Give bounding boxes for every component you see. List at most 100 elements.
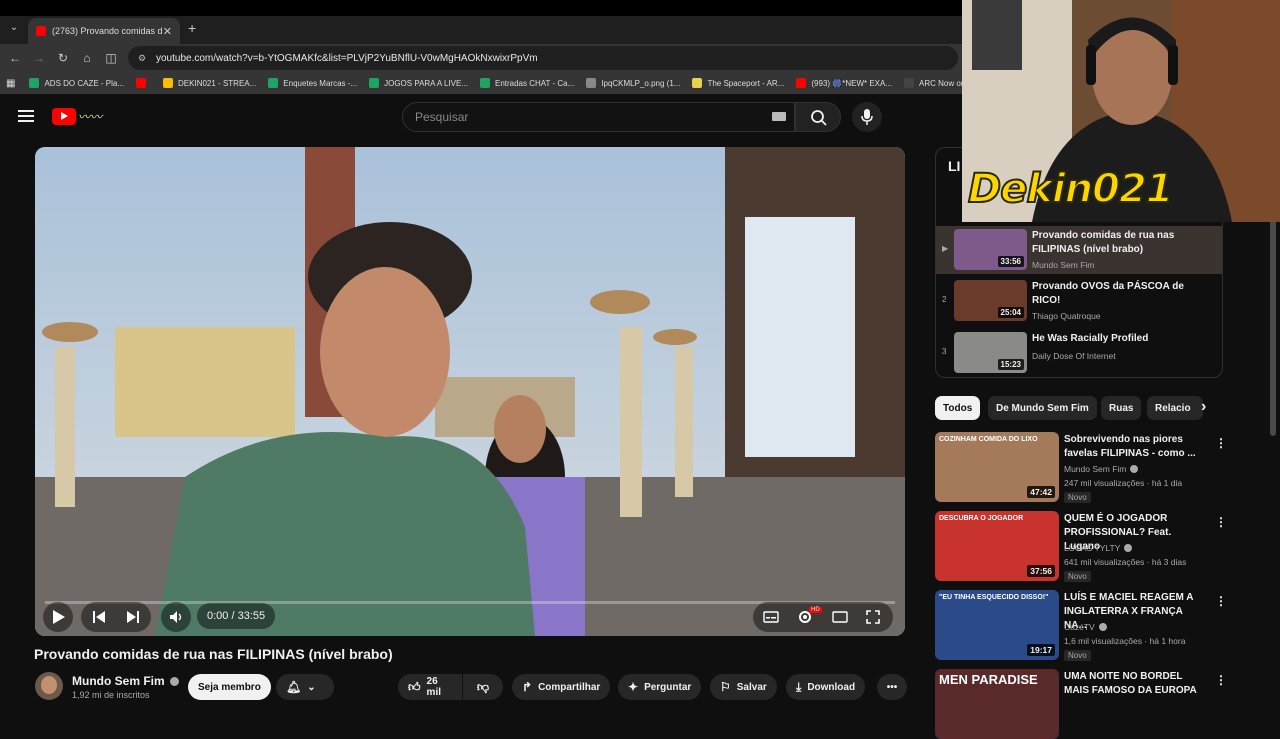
bookmark-favicon-icon bbox=[904, 78, 915, 88]
recommendation-title[interactable]: UMA NOITE NO BORDEL MAIS FAMOSO DA EUROP… bbox=[1064, 670, 1204, 698]
side-panel-icon[interactable]: ◫ bbox=[102, 49, 120, 67]
chevron-right-icon[interactable]: › bbox=[1201, 398, 1206, 416]
notifications-button[interactable]: 🔔︎ ⌄ bbox=[276, 674, 334, 700]
theater-mode-icon[interactable] bbox=[832, 611, 848, 623]
more-actions-button[interactable]: ••• bbox=[877, 674, 907, 700]
download-button[interactable]: ⤓ Download bbox=[786, 674, 866, 700]
new-tab-icon[interactable]: + bbox=[188, 20, 196, 36]
filter-chips: Todos De Mundo Sem Fim Ruas Relacio › bbox=[935, 396, 1225, 420]
playlist-item-channel[interactable]: Daily Dose Of Internet bbox=[1032, 351, 1116, 361]
recommendation-channel[interactable]: LUCAS TYLTY bbox=[1064, 543, 1133, 553]
back-icon[interactable]: ← bbox=[6, 49, 24, 67]
play-button[interactable] bbox=[43, 602, 73, 632]
recommendation-item[interactable]: "EU TINHA ESQUECIDO DISSO!" 19:17 LUÍS E M… bbox=[935, 590, 1227, 661]
recommendation-channel[interactable]: CazéTV bbox=[1064, 622, 1107, 632]
volume-icon bbox=[170, 611, 182, 623]
share-button[interactable]: ↱ Compartilhar bbox=[512, 674, 611, 700]
bookmark-item[interactable]: ADS DO CAZE - Pla... bbox=[29, 78, 124, 88]
scrollbar[interactable] bbox=[1270, 200, 1276, 436]
playlist-thumbnail[interactable]: 15:23 bbox=[954, 332, 1027, 373]
bookmark-item[interactable]: Entradas CHAT - Ca... bbox=[479, 78, 574, 88]
voice-search-button[interactable] bbox=[852, 102, 882, 132]
time-text: 0:00 / 33:55 bbox=[207, 610, 266, 622]
volume-button[interactable] bbox=[161, 602, 191, 632]
menu-icon[interactable] bbox=[18, 110, 34, 122]
home-icon[interactable]: ⌂ bbox=[78, 49, 96, 67]
youtube-doodle-logo[interactable]: 〰〰 bbox=[78, 108, 126, 126]
bookmark-label: ADS DO CAZE - Pla... bbox=[44, 78, 125, 88]
recommendation-title[interactable]: Sobrevivendo nas piores favelas FILIPINA… bbox=[1064, 433, 1204, 461]
reload-icon[interactable]: ↻ bbox=[54, 49, 72, 67]
playlist-item[interactable]: ▶ 33:56 Provando comidas de rua nas FILIPI… bbox=[936, 226, 1222, 274]
tab-search-icon[interactable]: ⌄ bbox=[6, 22, 22, 38]
like-button[interactable]: 👍︎ 26 mil bbox=[398, 674, 462, 700]
recommendation-thumbnail[interactable]: COZINHAM COMIDA DO LIXO 47:42 bbox=[935, 432, 1059, 502]
playlist-item[interactable]: 2 25:04 Provando OVOS da PÁSCOA de RICO! Th… bbox=[936, 277, 1222, 325]
keyboard-icon[interactable] bbox=[772, 112, 786, 121]
bell-icon: 🔔︎ bbox=[286, 680, 302, 694]
chip-de-mundo-sem-fim[interactable]: De Mundo Sem Fim bbox=[988, 396, 1097, 420]
recommendation-channel-name: CazéTV bbox=[1064, 622, 1095, 632]
more-options-icon[interactable]: ⋮ bbox=[1215, 436, 1227, 450]
recommendation-meta: 641 mil visualizações · há 3 dias bbox=[1064, 557, 1187, 567]
recommendation-item[interactable]: MEN PARADISE UMA NOITE NO BORDEL MAIS FAM… bbox=[935, 669, 1227, 739]
playlist-item-channel[interactable]: Mundo Sem Fim bbox=[1032, 260, 1094, 270]
recommendation-thumbnail[interactable]: MEN PARADISE bbox=[935, 669, 1059, 739]
bookmark-favicon-icon bbox=[479, 78, 490, 88]
bookmark-item[interactable]: Enquetes Marcas -... bbox=[268, 78, 357, 88]
playlist-thumbnail[interactable]: 33:56 bbox=[954, 229, 1027, 270]
fullscreen-icon[interactable] bbox=[866, 610, 880, 624]
subtitles-icon[interactable] bbox=[763, 611, 779, 623]
playlist-item-channel[interactable]: Thiago Quatroque bbox=[1032, 311, 1101, 321]
channel-avatar[interactable] bbox=[35, 672, 63, 700]
more-options-icon[interactable]: ⋮ bbox=[1215, 594, 1227, 608]
playlist-thumbnail[interactable]: 25:04 bbox=[954, 280, 1027, 321]
save-button[interactable]: ⚐ Salvar bbox=[710, 674, 777, 700]
bookmark-item[interactable]: DEKIN021 - STREA... bbox=[163, 78, 256, 88]
more-options-icon[interactable]: ⋮ bbox=[1215, 673, 1227, 687]
close-tab-icon[interactable]: ✕ bbox=[163, 25, 172, 38]
bookmark-item[interactable]: (993) 🎆*NEW* EXA... bbox=[796, 78, 892, 88]
recommendation-channel[interactable]: Mundo Sem Fim bbox=[1064, 464, 1139, 474]
playlist-item-title[interactable]: He Was Racially Profiled bbox=[1032, 332, 1212, 346]
next-icon[interactable] bbox=[126, 610, 140, 624]
recommendation-item[interactable]: COZINHAM COMIDA DO LIXO 47:42 Sobrevivendo… bbox=[935, 432, 1227, 503]
chip-todos[interactable]: Todos bbox=[935, 396, 981, 420]
chip-ruas[interactable]: Ruas bbox=[1101, 396, 1142, 420]
browser-tab-youtube[interactable]: (2763) Provando comidas de ru ✕ bbox=[28, 18, 180, 44]
forward-icon[interactable]: → bbox=[30, 49, 48, 67]
bookmark-item[interactable] bbox=[136, 78, 151, 88]
previous-icon[interactable] bbox=[92, 610, 106, 624]
recommendation-thumbnail[interactable]: DESCUBRA O JOGADOR 37:56 bbox=[935, 511, 1059, 581]
more-options-icon[interactable]: ⋮ bbox=[1215, 515, 1227, 529]
search-button[interactable] bbox=[795, 102, 841, 132]
address-bar[interactable]: ⚙ youtube.com/watch?v=b-YtOGMAKfc&list=P… bbox=[128, 46, 958, 70]
play-icon bbox=[53, 610, 65, 624]
join-button[interactable]: Seja membro bbox=[188, 674, 271, 700]
site-info-icon[interactable]: ⚙ bbox=[138, 53, 148, 63]
chip-relacionados[interactable]: Relacio bbox=[1147, 396, 1203, 420]
recommendation-thumbnail[interactable]: "EU TINHA ESQUECIDO DISSO!" 19:17 bbox=[935, 590, 1059, 660]
youtube-logo[interactable] bbox=[52, 108, 76, 125]
share-label: Compartilhar bbox=[538, 681, 601, 693]
bookmark-label: (993) 🎆*NEW* EXA... bbox=[811, 78, 893, 88]
playlist-item[interactable]: 3 15:23 He Was Racially Profiled Daily Dose… bbox=[936, 329, 1222, 377]
bookmark-item[interactable]: IpqCKMLP_o.png (1... bbox=[586, 78, 680, 88]
download-label: Download bbox=[807, 681, 856, 693]
thumbnail-caption: MEN PARADISE bbox=[939, 672, 1038, 687]
playlist-item-title[interactable]: Provando comidas de rua nas FILIPINAS (n… bbox=[1032, 229, 1212, 257]
channel-name[interactable]: Mundo Sem Fim bbox=[72, 674, 179, 688]
apps-icon[interactable]: ▦ bbox=[6, 78, 15, 89]
bookmark-item[interactable]: The Spaceport - AR... bbox=[692, 78, 784, 88]
subscriber-count: 1,92 mi de inscritos bbox=[72, 690, 150, 700]
search-input[interactable]: Pesquisar bbox=[402, 102, 795, 132]
video-player[interactable]: 0:00 / 33:55 HD bbox=[35, 147, 905, 636]
dislike-button[interactable]: 👎︎ bbox=[463, 674, 503, 700]
playlist-item-title[interactable]: Provando OVOS da PÁSCOA de RICO! bbox=[1032, 280, 1212, 308]
recommendation-item[interactable]: DESCUBRA O JOGADOR 37:56 QUEM É O JOGADOR … bbox=[935, 511, 1227, 582]
tab-title: (2763) Provando comidas de ru bbox=[52, 26, 162, 36]
playlist-index: 3 bbox=[942, 347, 947, 356]
playlist-header: LI bbox=[948, 158, 961, 174]
bookmark-item[interactable]: JOGOS PARA A LIVE... bbox=[369, 78, 468, 88]
ask-button[interactable]: ✦ Perguntar bbox=[618, 674, 702, 700]
